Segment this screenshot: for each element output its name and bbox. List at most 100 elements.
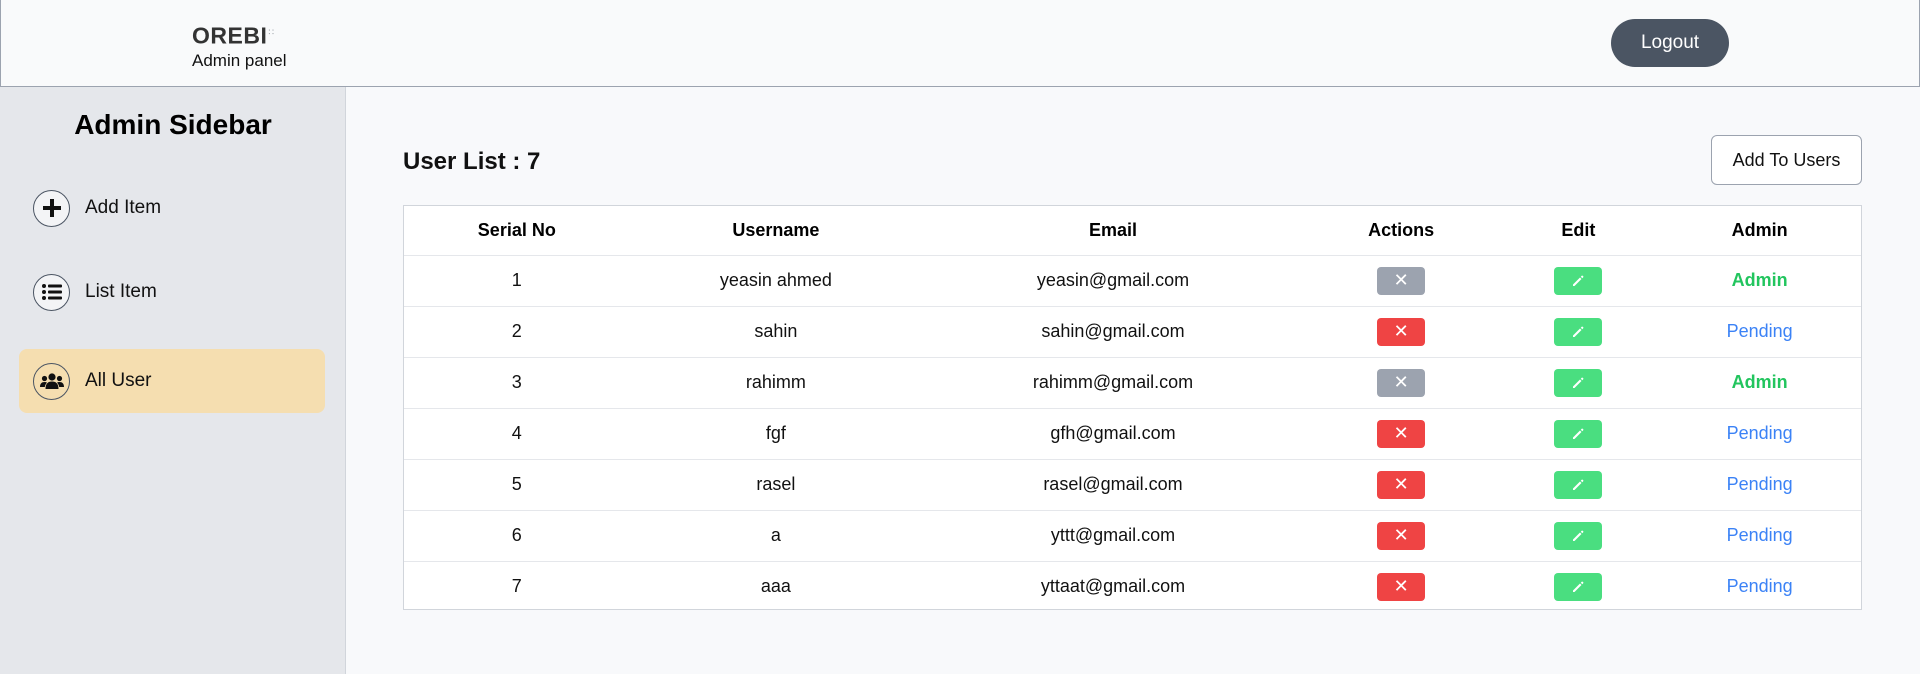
edit-button[interactable] (1554, 419, 1603, 448)
column-header-serial: Serial No (477, 219, 556, 240)
cell-email: sahin@gmail.com (922, 305, 1304, 357)
column-header-actions: Actions (1368, 219, 1435, 240)
cell-edit (1498, 458, 1659, 510)
brand-subtitle: Admin panel (192, 50, 287, 70)
page-title: User List : 7 (403, 148, 541, 175)
cell-email: yeasin@gmail.com (922, 254, 1304, 306)
cell-actions: ✕ (1303, 254, 1499, 306)
pencil-icon (1573, 377, 1584, 388)
cell-edit (1498, 356, 1659, 408)
delete-button[interactable]: ✕ (1377, 317, 1426, 346)
delete-button[interactable]: ✕ (1377, 266, 1426, 295)
close-icon: ✕ (1393, 320, 1409, 342)
top-header: OREBI∷ Admin panel Logout (0, 0, 1920, 87)
admin-status-toggle[interactable]: Admin (1732, 270, 1788, 290)
edit-button[interactable] (1554, 572, 1603, 601)
list-icon (33, 273, 70, 311)
sidebar-item-label: List Item (85, 281, 157, 302)
admin-status-toggle[interactable]: Pending (1727, 525, 1793, 545)
delete-button[interactable]: ✕ (1377, 368, 1426, 397)
admin-sidebar: Admin Sidebar Add Item List Item All Use… (0, 87, 346, 674)
cell-serial: 6 (404, 509, 630, 561)
admin-status-toggle[interactable]: Pending (1727, 474, 1793, 494)
brand-logo: OREBI∷ (192, 22, 275, 49)
cell-admin-status: Pending (1658, 560, 1861, 612)
column-header-admin: Admin (1731, 219, 1788, 240)
pencil-icon (1573, 326, 1584, 337)
pencil-icon (1573, 581, 1584, 592)
edit-button[interactable] (1554, 317, 1603, 346)
edit-button[interactable] (1554, 266, 1603, 295)
cell-admin-status: Admin (1658, 254, 1861, 306)
brand[interactable]: OREBI∷ Admin panel (192, 19, 287, 71)
delete-button[interactable]: ✕ (1377, 572, 1426, 601)
cell-edit (1498, 509, 1659, 561)
add-to-users-button[interactable]: Add To Users (1711, 135, 1862, 185)
cell-username: rasel (629, 458, 923, 510)
close-icon: ✕ (1393, 422, 1409, 444)
table-row: 7 aaa yttaat@gmail.com ✕ Pending (404, 560, 1861, 612)
cell-actions: ✕ (1303, 407, 1499, 459)
admin-status-toggle[interactable]: Pending (1727, 321, 1793, 341)
cell-actions: ✕ (1303, 305, 1499, 357)
cell-email: rasel@gmail.com (922, 458, 1304, 510)
plus-circle-icon (33, 189, 70, 227)
table-row: 4 fgf gfh@gmail.com ✕ Pending (404, 407, 1861, 459)
table-row: 3 rahimm rahimm@gmail.com ✕ Admin (404, 356, 1861, 408)
user-table: Serial No Username Email Actions Edit Ad… (403, 205, 1862, 612)
cell-admin-status: Admin (1658, 356, 1861, 408)
pencil-icon (1573, 530, 1584, 541)
delete-button[interactable]: ✕ (1377, 419, 1426, 448)
close-icon: ✕ (1393, 575, 1409, 597)
cell-username: sahin (629, 305, 923, 357)
sidebar-item-add-item[interactable]: Add Item (19, 176, 325, 240)
users-icon (33, 362, 70, 400)
cell-username: yeasin ahmed (629, 254, 923, 306)
cell-username: a (629, 509, 923, 561)
sidebar-item-label: Add Item (85, 197, 162, 218)
cell-edit (1498, 254, 1659, 306)
cell-serial: 4 (404, 407, 630, 459)
cell-username: aaa (629, 560, 923, 612)
cell-serial: 3 (404, 356, 630, 408)
cell-actions: ✕ (1303, 560, 1499, 612)
cell-edit (1498, 305, 1659, 357)
admin-status-toggle[interactable]: Admin (1732, 372, 1788, 392)
sidebar-item-label: All User (85, 370, 152, 391)
cell-actions: ✕ (1303, 356, 1499, 408)
pencil-icon (1573, 479, 1584, 490)
cell-serial: 5 (404, 458, 630, 510)
cell-email: rahimm@gmail.com (922, 356, 1304, 408)
cell-edit (1498, 560, 1659, 612)
table-row: 6 a yttt@gmail.com ✕ Pending (404, 509, 1861, 561)
cell-serial: 2 (404, 305, 630, 357)
sidebar-item-list-item[interactable]: List Item (19, 260, 325, 324)
delete-button[interactable]: ✕ (1377, 521, 1426, 550)
cell-admin-status: Pending (1658, 458, 1861, 510)
admin-status-toggle[interactable]: Pending (1727, 423, 1793, 443)
cell-admin-status: Pending (1658, 407, 1861, 459)
table-row: 2 sahin sahin@gmail.com ✕ Pending (404, 305, 1861, 357)
logout-button[interactable]: Logout (1611, 19, 1729, 67)
column-header-email: Email (1088, 219, 1137, 240)
close-icon: ✕ (1393, 473, 1409, 495)
user-count: 7 (527, 148, 541, 175)
cell-email: yttt@gmail.com (922, 509, 1304, 561)
cell-email: gfh@gmail.com (922, 407, 1304, 459)
sidebar-title: Admin Sidebar (74, 109, 272, 140)
table-header-row: Serial No Username Email Actions Edit Ad… (404, 206, 1861, 255)
cell-email: yttaat@gmail.com (922, 560, 1304, 612)
cell-admin-status: Pending (1658, 305, 1861, 357)
cell-serial: 1 (404, 254, 630, 306)
cell-serial: 7 (404, 560, 630, 612)
delete-button[interactable]: ✕ (1377, 470, 1426, 499)
sidebar-item-all-user[interactable]: All User (19, 349, 325, 413)
cell-actions: ✕ (1303, 509, 1499, 561)
admin-status-toggle[interactable]: Pending (1727, 576, 1793, 596)
close-icon: ✕ (1393, 371, 1409, 393)
edit-button[interactable] (1554, 470, 1603, 499)
edit-button[interactable] (1554, 521, 1603, 550)
cell-edit (1498, 407, 1659, 459)
edit-button[interactable] (1554, 368, 1603, 397)
cell-username: fgf (629, 407, 923, 459)
